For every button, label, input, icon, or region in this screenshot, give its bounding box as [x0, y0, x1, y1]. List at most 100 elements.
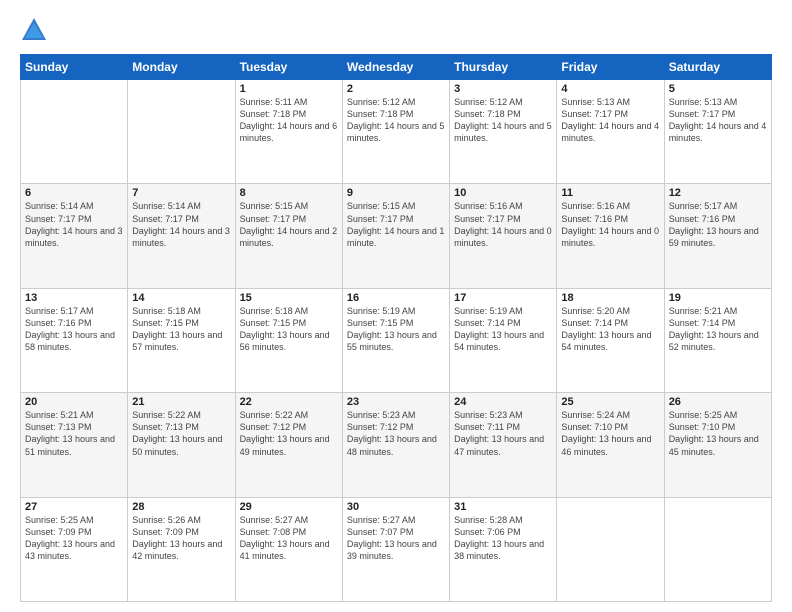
day-info: Sunrise: 5:15 AM Sunset: 7:17 PM Dayligh…: [347, 200, 445, 249]
day-number: 3: [454, 83, 552, 95]
day-number: 12: [669, 187, 767, 199]
day-info: Sunrise: 5:13 AM Sunset: 7:17 PM Dayligh…: [669, 96, 767, 145]
day-info: Sunrise: 5:24 AM Sunset: 7:10 PM Dayligh…: [561, 409, 659, 458]
calendar-cell: 4Sunrise: 5:13 AM Sunset: 7:17 PM Daylig…: [557, 80, 664, 184]
calendar-cell: 12Sunrise: 5:17 AM Sunset: 7:16 PM Dayli…: [664, 184, 771, 288]
day-number: 28: [132, 501, 230, 513]
calendar-cell: 16Sunrise: 5:19 AM Sunset: 7:15 PM Dayli…: [342, 288, 449, 392]
calendar-cell: [21, 80, 128, 184]
day-info: Sunrise: 5:21 AM Sunset: 7:14 PM Dayligh…: [669, 305, 767, 354]
day-number: 14: [132, 292, 230, 304]
calendar-cell: 19Sunrise: 5:21 AM Sunset: 7:14 PM Dayli…: [664, 288, 771, 392]
day-info: Sunrise: 5:11 AM Sunset: 7:18 PM Dayligh…: [240, 96, 338, 145]
calendar-cell: 28Sunrise: 5:26 AM Sunset: 7:09 PM Dayli…: [128, 497, 235, 601]
day-info: Sunrise: 5:19 AM Sunset: 7:14 PM Dayligh…: [454, 305, 552, 354]
day-info: Sunrise: 5:20 AM Sunset: 7:14 PM Dayligh…: [561, 305, 659, 354]
calendar-cell: 30Sunrise: 5:27 AM Sunset: 7:07 PM Dayli…: [342, 497, 449, 601]
calendar-cell: 17Sunrise: 5:19 AM Sunset: 7:14 PM Dayli…: [450, 288, 557, 392]
calendar-cell: 3Sunrise: 5:12 AM Sunset: 7:18 PM Daylig…: [450, 80, 557, 184]
day-info: Sunrise: 5:27 AM Sunset: 7:07 PM Dayligh…: [347, 514, 445, 563]
day-info: Sunrise: 5:26 AM Sunset: 7:09 PM Dayligh…: [132, 514, 230, 563]
day-number: 18: [561, 292, 659, 304]
day-number: 4: [561, 83, 659, 95]
day-info: Sunrise: 5:14 AM Sunset: 7:17 PM Dayligh…: [132, 200, 230, 249]
day-number: 17: [454, 292, 552, 304]
day-info: Sunrise: 5:21 AM Sunset: 7:13 PM Dayligh…: [25, 409, 123, 458]
day-number: 19: [669, 292, 767, 304]
calendar-cell: 2Sunrise: 5:12 AM Sunset: 7:18 PM Daylig…: [342, 80, 449, 184]
day-info: Sunrise: 5:14 AM Sunset: 7:17 PM Dayligh…: [25, 200, 123, 249]
day-info: Sunrise: 5:16 AM Sunset: 7:16 PM Dayligh…: [561, 200, 659, 249]
calendar-cell: 24Sunrise: 5:23 AM Sunset: 7:11 PM Dayli…: [450, 393, 557, 497]
day-info: Sunrise: 5:25 AM Sunset: 7:10 PM Dayligh…: [669, 409, 767, 458]
calendar-header-row: SundayMondayTuesdayWednesdayThursdayFrid…: [21, 55, 772, 80]
day-number: 30: [347, 501, 445, 513]
calendar-week-row: 27Sunrise: 5:25 AM Sunset: 7:09 PM Dayli…: [21, 497, 772, 601]
day-number: 24: [454, 396, 552, 408]
day-info: Sunrise: 5:22 AM Sunset: 7:12 PM Dayligh…: [240, 409, 338, 458]
day-info: Sunrise: 5:13 AM Sunset: 7:17 PM Dayligh…: [561, 96, 659, 145]
weekday-header: Sunday: [21, 55, 128, 80]
day-number: 23: [347, 396, 445, 408]
day-number: 9: [347, 187, 445, 199]
day-info: Sunrise: 5:15 AM Sunset: 7:17 PM Dayligh…: [240, 200, 338, 249]
day-number: 10: [454, 187, 552, 199]
day-info: Sunrise: 5:27 AM Sunset: 7:08 PM Dayligh…: [240, 514, 338, 563]
calendar-cell: 6Sunrise: 5:14 AM Sunset: 7:17 PM Daylig…: [21, 184, 128, 288]
calendar-cell: 1Sunrise: 5:11 AM Sunset: 7:18 PM Daylig…: [235, 80, 342, 184]
day-number: 13: [25, 292, 123, 304]
day-info: Sunrise: 5:28 AM Sunset: 7:06 PM Dayligh…: [454, 514, 552, 563]
day-number: 31: [454, 501, 552, 513]
day-info: Sunrise: 5:12 AM Sunset: 7:18 PM Dayligh…: [454, 96, 552, 145]
logo: [20, 16, 52, 44]
calendar-cell: [128, 80, 235, 184]
day-number: 20: [25, 396, 123, 408]
calendar-cell: 18Sunrise: 5:20 AM Sunset: 7:14 PM Dayli…: [557, 288, 664, 392]
weekday-header: Friday: [557, 55, 664, 80]
day-number: 2: [347, 83, 445, 95]
weekday-header: Wednesday: [342, 55, 449, 80]
calendar-cell: 23Sunrise: 5:23 AM Sunset: 7:12 PM Dayli…: [342, 393, 449, 497]
day-info: Sunrise: 5:22 AM Sunset: 7:13 PM Dayligh…: [132, 409, 230, 458]
calendar-cell: 8Sunrise: 5:15 AM Sunset: 7:17 PM Daylig…: [235, 184, 342, 288]
calendar-week-row: 13Sunrise: 5:17 AM Sunset: 7:16 PM Dayli…: [21, 288, 772, 392]
day-info: Sunrise: 5:25 AM Sunset: 7:09 PM Dayligh…: [25, 514, 123, 563]
day-info: Sunrise: 5:16 AM Sunset: 7:17 PM Dayligh…: [454, 200, 552, 249]
calendar-cell: 29Sunrise: 5:27 AM Sunset: 7:08 PM Dayli…: [235, 497, 342, 601]
logo-icon: [20, 16, 48, 44]
day-info: Sunrise: 5:19 AM Sunset: 7:15 PM Dayligh…: [347, 305, 445, 354]
calendar-cell: 27Sunrise: 5:25 AM Sunset: 7:09 PM Dayli…: [21, 497, 128, 601]
calendar-cell: 22Sunrise: 5:22 AM Sunset: 7:12 PM Dayli…: [235, 393, 342, 497]
calendar-cell: 20Sunrise: 5:21 AM Sunset: 7:13 PM Dayli…: [21, 393, 128, 497]
calendar-cell: 9Sunrise: 5:15 AM Sunset: 7:17 PM Daylig…: [342, 184, 449, 288]
calendar-cell: 10Sunrise: 5:16 AM Sunset: 7:17 PM Dayli…: [450, 184, 557, 288]
calendar-cell: 13Sunrise: 5:17 AM Sunset: 7:16 PM Dayli…: [21, 288, 128, 392]
calendar-cell: 25Sunrise: 5:24 AM Sunset: 7:10 PM Dayli…: [557, 393, 664, 497]
page: SundayMondayTuesdayWednesdayThursdayFrid…: [0, 0, 792, 612]
calendar-cell: [557, 497, 664, 601]
day-info: Sunrise: 5:17 AM Sunset: 7:16 PM Dayligh…: [669, 200, 767, 249]
day-info: Sunrise: 5:17 AM Sunset: 7:16 PM Dayligh…: [25, 305, 123, 354]
day-number: 25: [561, 396, 659, 408]
calendar-cell: 21Sunrise: 5:22 AM Sunset: 7:13 PM Dayli…: [128, 393, 235, 497]
calendar-cell: 5Sunrise: 5:13 AM Sunset: 7:17 PM Daylig…: [664, 80, 771, 184]
calendar: SundayMondayTuesdayWednesdayThursdayFrid…: [20, 54, 772, 602]
calendar-cell: 31Sunrise: 5:28 AM Sunset: 7:06 PM Dayli…: [450, 497, 557, 601]
day-number: 1: [240, 83, 338, 95]
calendar-cell: 26Sunrise: 5:25 AM Sunset: 7:10 PM Dayli…: [664, 393, 771, 497]
day-number: 8: [240, 187, 338, 199]
day-number: 22: [240, 396, 338, 408]
calendar-cell: 15Sunrise: 5:18 AM Sunset: 7:15 PM Dayli…: [235, 288, 342, 392]
day-number: 6: [25, 187, 123, 199]
day-number: 16: [347, 292, 445, 304]
day-number: 7: [132, 187, 230, 199]
calendar-week-row: 6Sunrise: 5:14 AM Sunset: 7:17 PM Daylig…: [21, 184, 772, 288]
day-info: Sunrise: 5:12 AM Sunset: 7:18 PM Dayligh…: [347, 96, 445, 145]
weekday-header: Thursday: [450, 55, 557, 80]
weekday-header: Monday: [128, 55, 235, 80]
calendar-week-row: 1Sunrise: 5:11 AM Sunset: 7:18 PM Daylig…: [21, 80, 772, 184]
day-number: 15: [240, 292, 338, 304]
day-info: Sunrise: 5:23 AM Sunset: 7:12 PM Dayligh…: [347, 409, 445, 458]
calendar-cell: [664, 497, 771, 601]
day-number: 29: [240, 501, 338, 513]
